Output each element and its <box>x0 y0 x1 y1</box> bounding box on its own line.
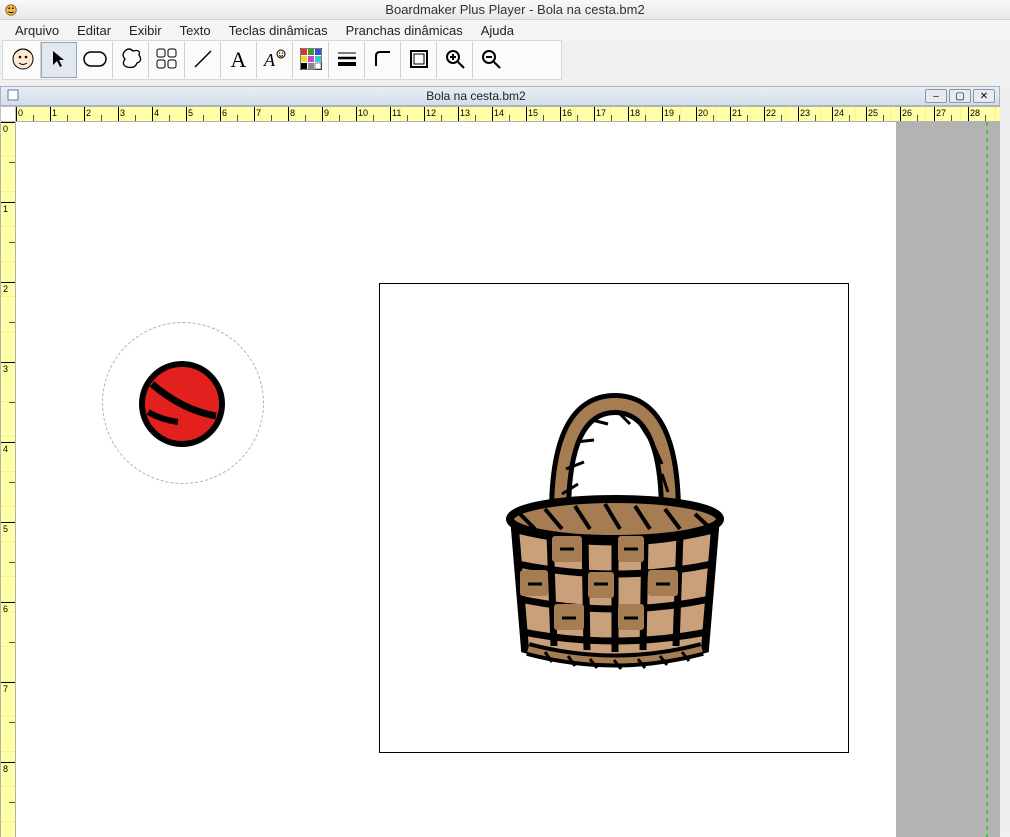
grid-cells-icon <box>156 48 178 73</box>
face-tool[interactable] <box>5 42 41 78</box>
text-a-icon: A <box>231 47 247 73</box>
line-tool[interactable] <box>185 42 221 78</box>
minimize-button[interactable]: – <box>925 89 947 103</box>
close-icon: ✕ <box>980 91 988 102</box>
close-button[interactable]: ✕ <box>973 89 995 103</box>
rounded-rect-tool[interactable] <box>77 42 113 78</box>
corner-icon <box>372 48 394 73</box>
freeform-tool[interactable] <box>113 42 149 78</box>
line-weight-icon <box>336 50 358 71</box>
rounded-rect-icon <box>83 51 107 70</box>
freeform-icon <box>119 47 143 74</box>
toolbar: A A <box>2 40 562 80</box>
color-palette-icon <box>300 48 322 73</box>
ruler-vertical[interactable]: 0123456789 <box>0 122 16 837</box>
maximize-icon: ▢ <box>955 91 964 102</box>
line-weight-tool[interactable] <box>329 42 365 78</box>
pointer-tool[interactable] <box>41 42 77 78</box>
page-edge-guide <box>986 122 988 837</box>
ruler-corner <box>0 106 16 122</box>
document-window: Bola na cesta.bm2 – ▢ ✕ 0123456789101112… <box>0 86 1000 837</box>
menu-pranchas-dinamicas[interactable]: Pranchas dinâmicas <box>337 22 472 39</box>
face-icon <box>9 45 37 76</box>
zoom-out-tool[interactable] <box>473 42 509 78</box>
page-margin <box>896 122 1000 837</box>
menu-editar[interactable]: Editar <box>68 22 120 39</box>
basket-container[interactable] <box>379 283 849 753</box>
window-controls: – ▢ ✕ <box>925 89 995 103</box>
menu-exibir[interactable]: Exibir <box>120 22 171 39</box>
line-icon <box>192 48 214 73</box>
menu-texto[interactable]: Texto <box>171 22 220 39</box>
text-tool[interactable]: A <box>221 42 257 78</box>
document-titlebar[interactable]: Bola na cesta.bm2 – ▢ ✕ <box>0 86 1000 106</box>
zoom-in-tool[interactable] <box>437 42 473 78</box>
menu-ajuda[interactable]: Ajuda <box>472 22 523 39</box>
menubar: Arquivo Editar Exibir Texto Teclas dinâm… <box>0 20 1010 40</box>
zoom-in-icon <box>444 48 466 73</box>
page[interactable] <box>16 122 896 837</box>
minimize-icon: – <box>933 91 939 102</box>
app-icon <box>4 3 18 17</box>
maximize-button[interactable]: ▢ <box>949 89 971 103</box>
text-style-icon: A <box>262 48 288 73</box>
menu-teclas-dinamicas[interactable]: Teclas dinâmicas <box>220 22 337 39</box>
app-titlebar: Boardmaker Plus Player - Bola na cesta.b… <box>0 0 1010 20</box>
svg-text:A: A <box>263 50 276 70</box>
square-icon <box>408 48 430 73</box>
menu-arquivo[interactable]: Arquivo <box>6 22 68 39</box>
zoom-out-icon <box>480 48 502 73</box>
ball-symbol[interactable] <box>138 360 226 448</box>
text-style-tool[interactable]: A <box>257 42 293 78</box>
workspace: Bola na cesta.bm2 – ▢ ✕ 0123456789101112… <box>0 84 1010 835</box>
ruler-horizontal[interactable]: 0123456789101112131415161718192021222324… <box>16 106 1000 122</box>
canvas[interactable] <box>16 122 1000 837</box>
corner-tool[interactable] <box>365 42 401 78</box>
app-title: Boardmaker Plus Player - Bola na cesta.b… <box>24 2 1006 17</box>
document-icon <box>7 89 21 103</box>
document-title: Bola na cesta.bm2 <box>27 89 925 103</box>
color-palette-tool[interactable] <box>293 42 329 78</box>
grid-cells-tool[interactable] <box>149 42 185 78</box>
square-tool[interactable] <box>401 42 437 78</box>
pointer-icon <box>49 49 69 72</box>
basket-symbol[interactable] <box>490 384 740 674</box>
